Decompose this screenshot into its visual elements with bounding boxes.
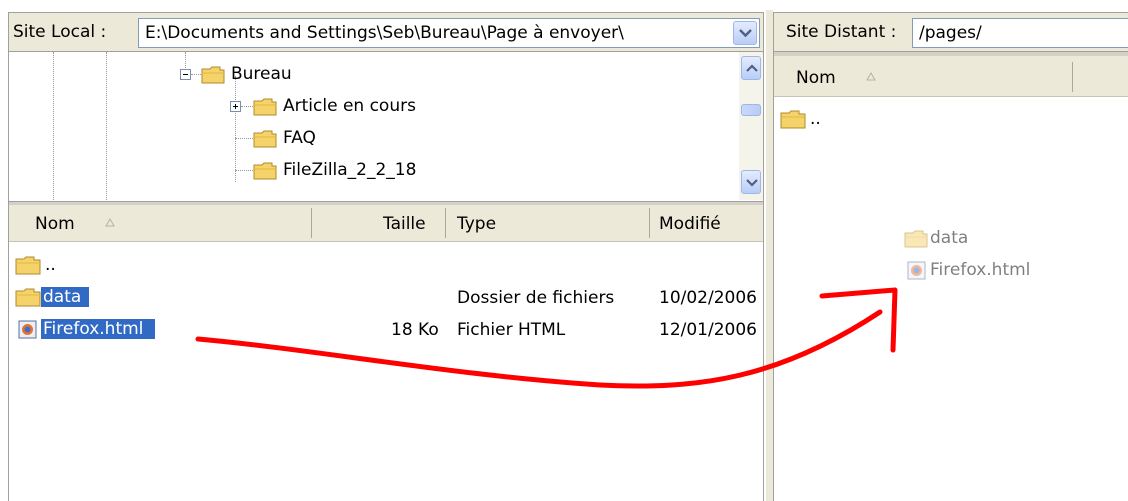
tree-item-filezilla[interactable]: FileZilla_2_2_18 [253,158,416,182]
local-file-list: Nom Taille Type Modifié .. data Dossier … [8,202,764,501]
list-item-name: .. [810,109,821,129]
tree-vertical-scrollbar[interactable] [739,52,763,200]
folder-icon [253,162,277,179]
local-list-header: Nom Taille Type Modifié [9,202,763,242]
folder-icon [15,288,41,307]
scroll-down-button[interactable] [741,170,761,194]
remote-file-list: Nom .. data Firefox.html [773,52,1128,501]
tree-item-faq[interactable]: FAQ [253,126,316,150]
folder-icon [201,66,225,83]
folder-icon [780,110,806,129]
tree-item-article-en-cours[interactable]: Article en cours [253,94,416,118]
drag-preview-data: data [904,228,968,248]
local-site-pane: Site Local : E:\Documents and Settings\S… [8,12,766,501]
list-item-type: Fichier HTML [457,320,566,340]
html-file-icon [18,320,37,339]
drag-preview-label: Firefox.html [930,260,1031,280]
tree-item-label: FileZilla_2_2_18 [283,160,417,180]
scroll-up-button[interactable] [741,56,761,80]
chevron-down-icon [746,179,758,187]
column-header-type[interactable]: Type [457,214,496,234]
column-header-size[interactable]: Taille [383,214,426,234]
chevron-down-icon [739,29,752,38]
pane-splitter[interactable] [766,10,773,501]
sort-ascending-icon [105,218,115,227]
local-site-bar: Site Local : E:\Documents and Settings\S… [8,12,764,52]
list-item-name: Firefox.html [41,319,156,339]
drag-preview-label: data [930,228,969,248]
folder-icon [253,130,277,147]
folder-icon [253,98,277,115]
tree-item-bureau[interactable]: Bureau [201,62,292,86]
remote-path-field[interactable]: /pages/ [912,18,1128,48]
local-path-combobox[interactable]: E:\Documents and Settings\Seb\Bureau\Pag… [138,18,760,48]
tree-item-label: Article en cours [283,96,416,116]
drag-preview-firefox: Firefox.html [906,260,1030,280]
local-folder-tree: Bureau Article en cours FAQ FileZilla_2_… [8,52,764,202]
list-item-type: Dossier de fichiers [457,288,615,308]
tree-item-label: Bureau [231,64,292,84]
list-item-parent[interactable]: .. [774,104,1128,134]
column-header-name[interactable]: Nom [796,68,836,88]
tree-expand-toggle[interactable] [230,101,241,112]
html-file-icon [907,261,926,280]
folder-icon [904,230,928,247]
chevron-up-icon [746,64,758,72]
list-item-parent[interactable]: .. [9,250,763,280]
tree-item-label: FAQ [283,128,316,148]
remote-site-label: Site Distant : [786,22,897,42]
minus-icon [183,74,188,75]
list-item-name: data [41,287,90,307]
remote-site-pane: Site Distant : /pages/ Nom .. data Firef… [773,12,1128,501]
plus-icon [233,104,238,109]
remote-path-value: /pages/ [919,23,982,43]
remote-site-bar: Site Distant : /pages/ [773,12,1128,52]
column-header-modified[interactable]: Modifié [659,214,721,234]
list-item-modified: 10/02/2006 [659,288,757,308]
list-item-size: 18 Ko [391,320,439,340]
list-item-firefox-html[interactable]: Firefox.html 18 Ko Fichier HTML 12/01/20… [9,314,763,344]
local-path-value: E:\Documents and Settings\Seb\Bureau\Pag… [145,23,624,43]
sort-ascending-icon [866,72,876,81]
remote-list-header: Nom [774,52,1128,97]
folder-icon [15,256,41,275]
local-path-dropdown-button[interactable] [733,21,757,45]
tree-collapse-toggle[interactable] [180,69,191,80]
column-header-name[interactable]: Nom [35,214,75,234]
scroll-thumb[interactable] [741,104,761,116]
list-item-modified: 12/01/2006 [659,320,757,340]
list-item-name: .. [45,255,56,275]
local-site-label: Site Local : [13,22,107,42]
list-item-data[interactable]: data Dossier de fichiers 10/02/2006 [9,282,763,312]
